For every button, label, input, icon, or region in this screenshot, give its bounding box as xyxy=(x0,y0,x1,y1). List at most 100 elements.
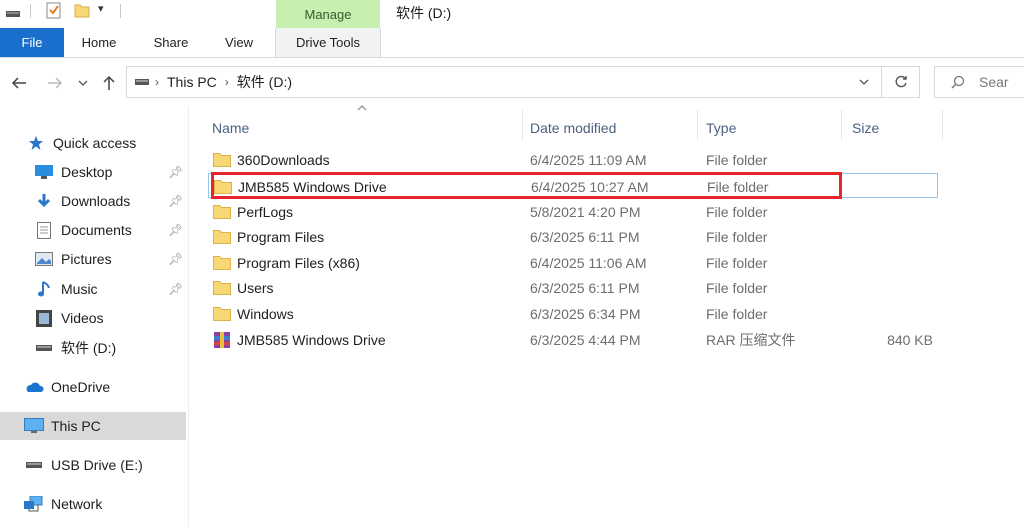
file-row[interactable]: Users 6/3/2025 6:11 PM File folder xyxy=(208,275,948,300)
breadcrumb-separator-icon[interactable]: › xyxy=(155,75,159,89)
file-date-modified: 6/3/2025 6:34 PM xyxy=(530,305,641,322)
pin-icon[interactable]: 📌︎ xyxy=(168,194,183,208)
recent-locations-chevron-icon[interactable] xyxy=(72,72,94,94)
computer-icon xyxy=(24,416,44,436)
folder-icon xyxy=(213,250,231,275)
back-arrow-icon[interactable] xyxy=(8,72,30,94)
sidebar-item-label: 软件 (D:) xyxy=(61,340,117,356)
pin-icon[interactable]: 📌︎ xyxy=(168,252,183,266)
file-type: File folder xyxy=(706,203,768,220)
refresh-icon[interactable] xyxy=(882,66,920,98)
sidebar-item-network[interactable]: Network xyxy=(0,490,186,518)
ribbon-tabs: File Home Share View Drive Tools xyxy=(0,28,1024,58)
pin-icon[interactable]: 📌︎ xyxy=(168,282,183,296)
sidebar-item-label: OneDrive xyxy=(51,379,111,395)
column-divider[interactable] xyxy=(697,110,698,140)
new-folder-icon[interactable] xyxy=(74,2,90,21)
column-header-date-modified[interactable]: Date modified xyxy=(530,116,690,140)
search-icon xyxy=(951,75,965,89)
file-date-modified: 5/8/2021 4:20 PM xyxy=(530,203,641,220)
up-arrow-icon[interactable] xyxy=(98,72,120,94)
file-name: PerfLogs xyxy=(237,203,294,220)
file-size: 840 KB xyxy=(887,331,933,348)
pin-icon[interactable]: 📌︎ xyxy=(168,223,183,237)
file-row[interactable]: Program Files (x86) 6/4/2025 11:06 AM Fi… xyxy=(208,250,948,275)
file-type: File folder xyxy=(706,151,768,168)
file-size xyxy=(848,275,933,300)
folder-icon xyxy=(213,147,231,172)
breadcrumb-current-drive[interactable]: 软件 (D:) xyxy=(237,72,292,92)
document-icon xyxy=(34,220,54,240)
tab-file[interactable]: File xyxy=(0,28,64,57)
address-dropdown-chevron-icon[interactable] xyxy=(859,79,869,85)
file-name: Program Files (x86) xyxy=(237,254,360,271)
file-row[interactable]: PerfLogs 5/8/2021 4:20 PM File folder xyxy=(208,199,948,224)
sidebar-item-usb-drive[interactable]: USB Drive (E:) xyxy=(0,451,186,479)
file-size xyxy=(848,147,933,172)
file-name: JMB585 Windows Drive xyxy=(237,331,386,348)
file-type: RAR 压缩文件 xyxy=(706,331,796,348)
sidebar-item-drive-d[interactable]: 软件 (D:) xyxy=(0,334,186,362)
column-divider[interactable] xyxy=(942,110,943,140)
file-size xyxy=(848,301,933,326)
file-type: File folder xyxy=(706,228,768,245)
sidebar-item-label: Desktop xyxy=(61,164,113,180)
file-row[interactable]: Windows 6/3/2025 6:34 PM File folder xyxy=(208,301,948,326)
breadcrumb-this-pc[interactable]: This PC xyxy=(167,74,217,90)
folder-icon xyxy=(213,224,231,249)
file-date-modified: 6/4/2025 11:09 AM xyxy=(530,151,647,168)
column-divider[interactable] xyxy=(522,110,523,140)
search-box[interactable]: Sear xyxy=(934,66,1024,98)
file-type: File folder xyxy=(706,254,768,271)
file-size xyxy=(848,199,933,224)
customize-toolbar-icon[interactable]: ▾ xyxy=(98,2,104,15)
video-icon xyxy=(34,308,54,328)
folder-icon xyxy=(213,199,231,224)
sidebar-item-music[interactable]: Music 📌︎ xyxy=(0,275,186,303)
tab-drive-tools[interactable]: Drive Tools xyxy=(275,28,381,57)
file-type: File folder xyxy=(706,305,768,322)
sidebar-item-onedrive[interactable]: OneDrive xyxy=(0,373,186,401)
sidebar-item-label: Music xyxy=(61,281,98,297)
column-header-name[interactable]: Name xyxy=(212,116,517,140)
cloud-icon xyxy=(24,377,44,397)
address-bar[interactable]: › This PC › 软件 (D:) xyxy=(126,66,882,98)
sidebar-item-label: USB Drive (E:) xyxy=(51,457,143,473)
sidebar-item-this-pc[interactable]: This PC xyxy=(0,412,186,440)
column-header-size[interactable]: Size xyxy=(852,116,937,140)
pin-icon[interactable]: 📌︎ xyxy=(168,165,183,179)
tab-share[interactable]: Share xyxy=(138,28,204,57)
file-size xyxy=(848,224,933,249)
sidebar-item-label: Documents xyxy=(61,222,132,238)
forward-arrow-icon[interactable] xyxy=(44,72,66,94)
column-divider[interactable] xyxy=(841,110,842,140)
sidebar-item-documents[interactable]: Documents 📌︎ xyxy=(0,216,186,244)
breadcrumb-separator-icon[interactable]: › xyxy=(225,75,229,89)
file-row[interactable]: JMB585 Windows Drive 6/3/2025 4:44 PM RA… xyxy=(208,327,948,352)
folder-icon xyxy=(213,275,231,300)
sidebar-item-videos[interactable]: Videos xyxy=(0,304,186,332)
sidebar-item-pictures[interactable]: Pictures 📌︎ xyxy=(0,245,186,273)
file-row[interactable]: Program Files 6/3/2025 6:11 PM File fold… xyxy=(208,224,948,249)
file-date-modified: 6/3/2025 4:44 PM xyxy=(530,331,641,348)
drive-small-icon[interactable] xyxy=(6,6,20,17)
drive-icon xyxy=(34,338,54,358)
tab-view[interactable]: View xyxy=(208,28,270,57)
star-icon xyxy=(26,133,46,153)
manage-context-tab[interactable]: Manage xyxy=(276,0,380,28)
column-header-type[interactable]: Type xyxy=(706,116,836,140)
pictures-icon xyxy=(34,249,54,269)
sidebar-item-downloads[interactable]: Downloads 📌︎ xyxy=(0,187,186,215)
window-title: 软件 (D:) xyxy=(396,5,452,21)
file-row[interactable]: 360Downloads 6/4/2025 11:09 AM File fold… xyxy=(208,147,948,172)
file-name: Program Files xyxy=(237,228,325,245)
file-name: Windows xyxy=(237,305,294,322)
properties-icon[interactable] xyxy=(46,1,62,22)
sidebar-item-desktop[interactable]: Desktop 📌︎ xyxy=(0,158,186,186)
pane-divider[interactable] xyxy=(188,106,189,527)
sidebar-item-label: Videos xyxy=(61,310,104,326)
tab-home[interactable]: Home xyxy=(66,28,132,57)
sidebar-item-quick-access[interactable]: Quick access xyxy=(0,129,186,157)
highlight-annotation-box xyxy=(211,172,842,199)
sidebar-item-label: Network xyxy=(51,496,103,512)
